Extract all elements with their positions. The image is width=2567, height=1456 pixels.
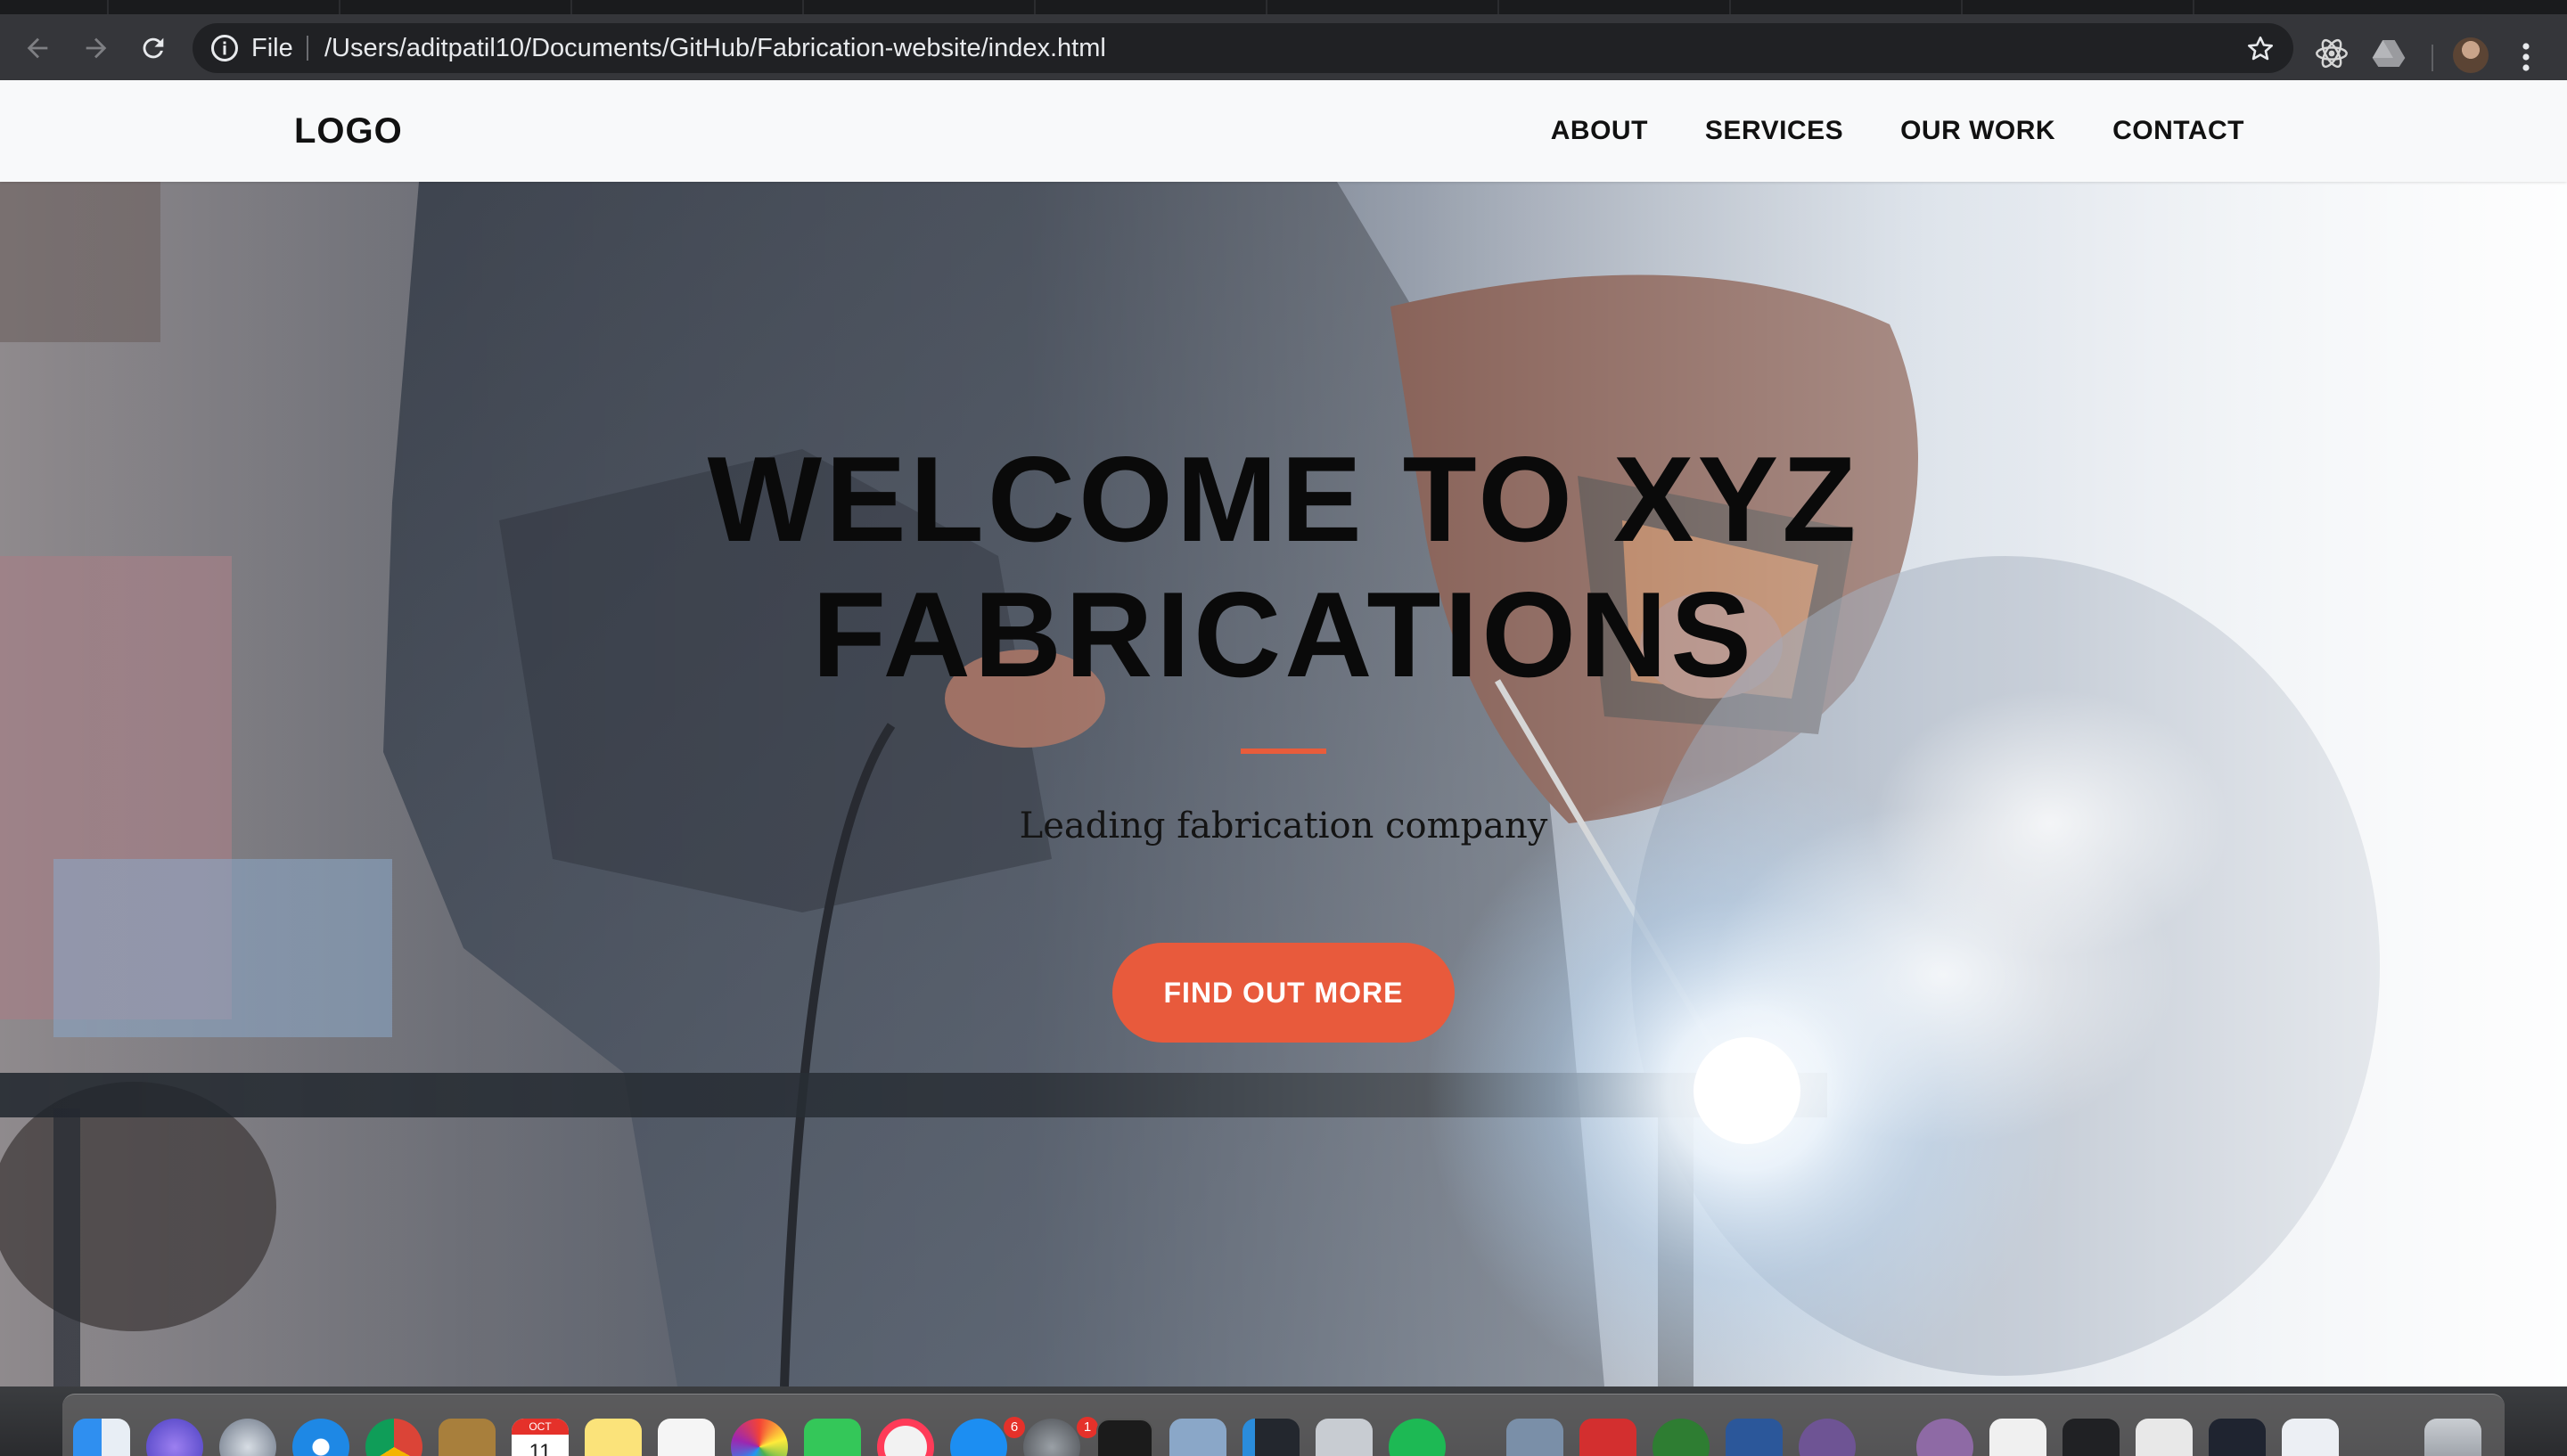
nav-link-our-work[interactable]: OUR WORK bbox=[1900, 116, 2055, 146]
trash-icon[interactable] bbox=[2424, 1419, 2481, 1456]
hero-divider bbox=[1241, 748, 1326, 754]
calendar-month: OCT bbox=[512, 1419, 569, 1435]
nav-links: ABOUT SERVICES OUR WORK CONTACT bbox=[1551, 80, 2244, 182]
tab-strip bbox=[0, 0, 2567, 14]
window-thumbnail-4[interactable] bbox=[2282, 1419, 2339, 1456]
notes-icon[interactable] bbox=[585, 1419, 642, 1456]
menu-kebab-icon[interactable] bbox=[2515, 41, 2537, 73]
window-thumbnail-2[interactable] bbox=[2136, 1419, 2193, 1456]
terminal-icon[interactable] bbox=[1096, 1419, 1153, 1456]
vscode-icon[interactable] bbox=[1242, 1419, 1300, 1456]
hero-title-line-2: FABRICATIONS bbox=[812, 567, 1755, 702]
address-bar[interactable]: File /Users/aditpatil10/Documents/GitHub… bbox=[193, 23, 2293, 73]
back-arrow-icon[interactable] bbox=[18, 29, 57, 68]
reload-icon[interactable] bbox=[134, 29, 173, 68]
document-thumbnail[interactable] bbox=[1989, 1419, 2046, 1456]
site-navbar: LOGO ABOUT SERVICES OUR WORK CONTACT bbox=[0, 80, 2567, 182]
hero-content: WELCOME TO XYZ FABRICATIONS Leading fabr… bbox=[0, 182, 2567, 1386]
omnibox-divider bbox=[307, 36, 308, 61]
find-out-more-button[interactable]: FIND OUT MORE bbox=[1112, 943, 1455, 1043]
image-viewer-icon[interactable] bbox=[1506, 1419, 1563, 1456]
url-text[interactable]: /Users/aditpatil10/Documents/GitHub/Fabr… bbox=[324, 23, 1106, 73]
star-icon[interactable] bbox=[2245, 34, 2276, 64]
react-devtools-icon[interactable] bbox=[2314, 36, 2350, 71]
app-store-badge: 6 bbox=[1004, 1417, 1025, 1438]
window-thumbnail-1[interactable] bbox=[2063, 1419, 2120, 1456]
google-drive-icon[interactable] bbox=[2371, 36, 2407, 71]
nav-link-services[interactable]: SERVICES bbox=[1705, 116, 1843, 146]
calendar-day: 11 bbox=[529, 1440, 552, 1456]
nav-link-contact[interactable]: CONTACT bbox=[2112, 116, 2244, 146]
nav-link-about[interactable]: ABOUT bbox=[1551, 116, 1648, 146]
system-preferences-badge: 1 bbox=[1077, 1417, 1098, 1438]
file-icon[interactable] bbox=[1316, 1419, 1373, 1456]
browser-toolbar: File /Users/aditpatil10/Documents/GitHub… bbox=[0, 14, 2567, 80]
info-icon[interactable] bbox=[209, 32, 241, 64]
hero-subtitle: Leading fabrication company bbox=[1019, 806, 1548, 847]
preview-icon[interactable] bbox=[1169, 1419, 1226, 1456]
hero-title: WELCOME TO XYZ FABRICATIONS bbox=[0, 431, 2567, 702]
site-logo[interactable]: LOGO bbox=[294, 80, 403, 182]
window-thumbnail-3[interactable] bbox=[2209, 1419, 2266, 1456]
webpage: LOGO ABOUT SERVICES OUR WORK CONTACT WEL… bbox=[0, 80, 2567, 1386]
hero-title-line-1: WELCOME TO XYZ bbox=[707, 431, 1860, 567]
calendar-icon[interactable]: OCT 11 bbox=[512, 1419, 569, 1456]
word-icon[interactable] bbox=[1726, 1419, 1783, 1456]
forward-arrow-icon[interactable] bbox=[77, 29, 116, 68]
acrobat-icon[interactable] bbox=[1579, 1419, 1636, 1456]
facetime-icon[interactable] bbox=[804, 1419, 861, 1456]
scheme-label: File bbox=[251, 34, 293, 62]
toolbar-divider bbox=[2432, 45, 2433, 71]
notes-book-icon[interactable] bbox=[439, 1419, 496, 1456]
reminders-icon[interactable] bbox=[658, 1419, 715, 1456]
profile-avatar[interactable] bbox=[2453, 37, 2489, 73]
hero-section: WELCOME TO XYZ FABRICATIONS Leading fabr… bbox=[0, 182, 2567, 1386]
finder-icon[interactable] bbox=[73, 1419, 130, 1456]
